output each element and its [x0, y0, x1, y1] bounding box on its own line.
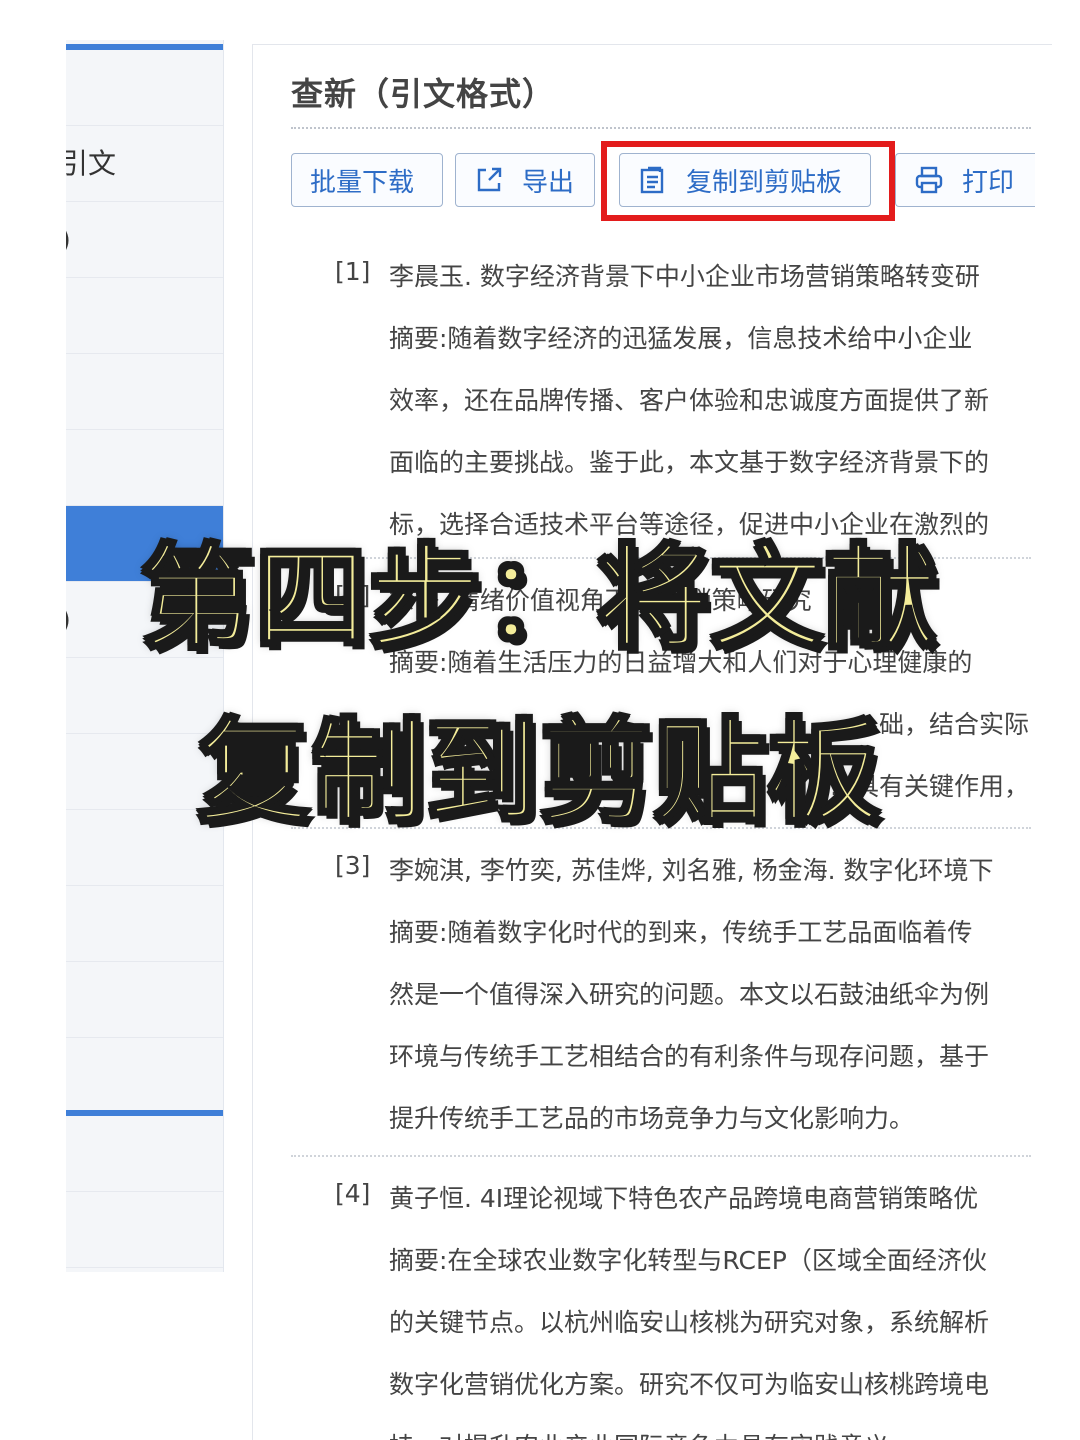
batch-download-label: 批量下载: [310, 167, 415, 198]
reference-title[interactable]: 李晨玉. 数字经济背景下中小企业市场营销策略转变研: [389, 257, 1029, 293]
reference-number: [4]: [335, 1179, 371, 1208]
title-divider: [291, 127, 1031, 129]
reference-abstract-line: 摘要:随着数字化时代的到来，传统手工艺品面临着传: [389, 918, 973, 947]
reference-abstract-line: 效率，还在品牌传播、客户体验和忠诚度方面提供了新: [389, 386, 990, 415]
print-button[interactable]: 打印: [895, 153, 1035, 207]
reference-title[interactable]: 黄子恒. 4I理论视域下特色农产品跨境电商营销策略优: [389, 1179, 1029, 1215]
reference-abstract-line: 持，对提升农业产业国际竞争力具有实践意义。: [389, 1427, 1029, 1440]
sidebar-item[interactable]: [66, 962, 223, 1038]
sidebar-item[interactable]: ): [66, 202, 223, 278]
reference-abstract-line: 的关键节点。以杭州临安山核桃为研究对象，系统解析: [389, 1308, 990, 1337]
reference-abstract-line: 提升传统手工艺品的市场竞争力与文化影响力。: [389, 1104, 915, 1133]
sidebar-item-label: 引文: [66, 147, 117, 180]
sidebar-item-citation[interactable]: 引文: [66, 126, 223, 202]
sidebar-item[interactable]: [66, 278, 223, 354]
sidebar-item[interactable]: [66, 430, 223, 506]
step-caption-line-2: 复制到剪贴板: [197, 707, 882, 840]
batch-download-button[interactable]: 批量下载: [291, 153, 443, 207]
reference-number: [3]: [335, 851, 371, 880]
reference-abstract-line: 摘要:随着数字经济的迅猛发展，信息技术给中小企业: [389, 324, 973, 353]
reference-abstract-line: 环境与传统手工艺相结合的有利条件与现存问题，基于: [389, 1042, 990, 1071]
reference-abstract-line: 面临的主要挑战。鉴于此，本文基于数字经济背景下的: [389, 448, 990, 477]
export-label: 导出: [522, 167, 575, 198]
reference-abstract-line: 然是一个值得深入研究的问题。本文以石鼓油纸伞为例: [389, 980, 990, 1009]
sidebar-item[interactable]: [66, 354, 223, 430]
export-icon: [474, 165, 504, 195]
export-button[interactable]: 导出: [455, 153, 595, 207]
panel-title: 查新（引文格式）: [291, 75, 556, 113]
reference-number: [1]: [335, 257, 371, 286]
reference-title[interactable]: 李婉淇, 李竹奕, 苏佳烨, 刘名雅, 杨金海. 数字化环境下: [389, 851, 1029, 887]
step-caption-line-1: 第四步：将文献: [140, 533, 939, 666]
highlight-annotation: [601, 141, 895, 221]
sidebar-item[interactable]: [66, 50, 223, 126]
sidebar-item[interactable]: [66, 1038, 223, 1114]
reference-abstract-line: 数字化营销优化方案。研究不仅可为临安山核桃跨境电: [389, 1370, 990, 1399]
printer-icon: [914, 165, 944, 195]
reference-abstract-line: 摘要:在全球农业数字化转型与RCEP（区域全面经济伙: [389, 1246, 987, 1275]
reference-divider: [291, 1155, 1031, 1157]
sidebar-item[interactable]: [66, 1116, 223, 1192]
sidebar-item[interactable]: [66, 886, 223, 962]
sidebar-item[interactable]: [66, 1192, 223, 1268]
sidebar-item-label: ): [66, 202, 71, 277]
print-label: 打印: [962, 167, 1015, 198]
